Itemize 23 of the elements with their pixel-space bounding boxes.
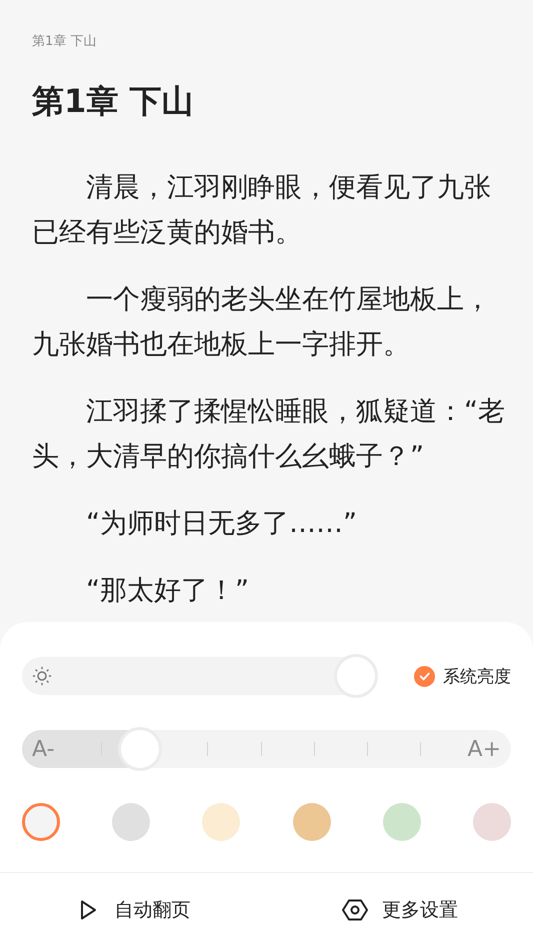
- theme-swatch[interactable]: [112, 803, 150, 841]
- theme-swatch[interactable]: [202, 803, 240, 841]
- theme-swatch[interactable]: [22, 803, 60, 841]
- paragraph: “那太好了！”: [85, 574, 250, 608]
- slider-thumb[interactable]: [121, 730, 160, 768]
- chapter-title: 第1章 下山: [32, 81, 194, 121]
- settings-icon: [342, 898, 368, 922]
- increase-label: A+: [466, 736, 502, 762]
- action-button[interactable]: 自动翻页: [0, 873, 266, 947]
- checkbox-label: 系统亮度: [443, 666, 511, 688]
- paragraph: 清晨，江羽刚睁眼，便看见了九张已经有些泛黄的婚书。: [32, 171, 492, 250]
- theme-swatch[interactable]: [472, 803, 511, 841]
- theme-swatch[interactable]: [292, 803, 331, 841]
- paragraph: “为师时日无多了……”: [85, 507, 358, 541]
- decrease-label: A-: [31, 736, 56, 762]
- theme-swatch[interactable]: [382, 803, 421, 841]
- brightness-slider[interactable]: [22, 657, 375, 695]
- chapter-breadcrumb: 第1章 下山: [32, 33, 98, 51]
- checkbox[interactable]: [414, 666, 435, 686]
- action-button[interactable]: 更多设置: [266, 873, 533, 947]
- paragraph: 一个瘦弱的老头坐在竹屋地板上，九张婚书也在地板上一字排开。: [32, 283, 492, 362]
- paragraph: 江羽揉了揉惺忪睡眼，狐疑道：“老头，大清早的你搞什么幺蛾子？”: [32, 395, 506, 474]
- sun-icon: [32, 666, 52, 686]
